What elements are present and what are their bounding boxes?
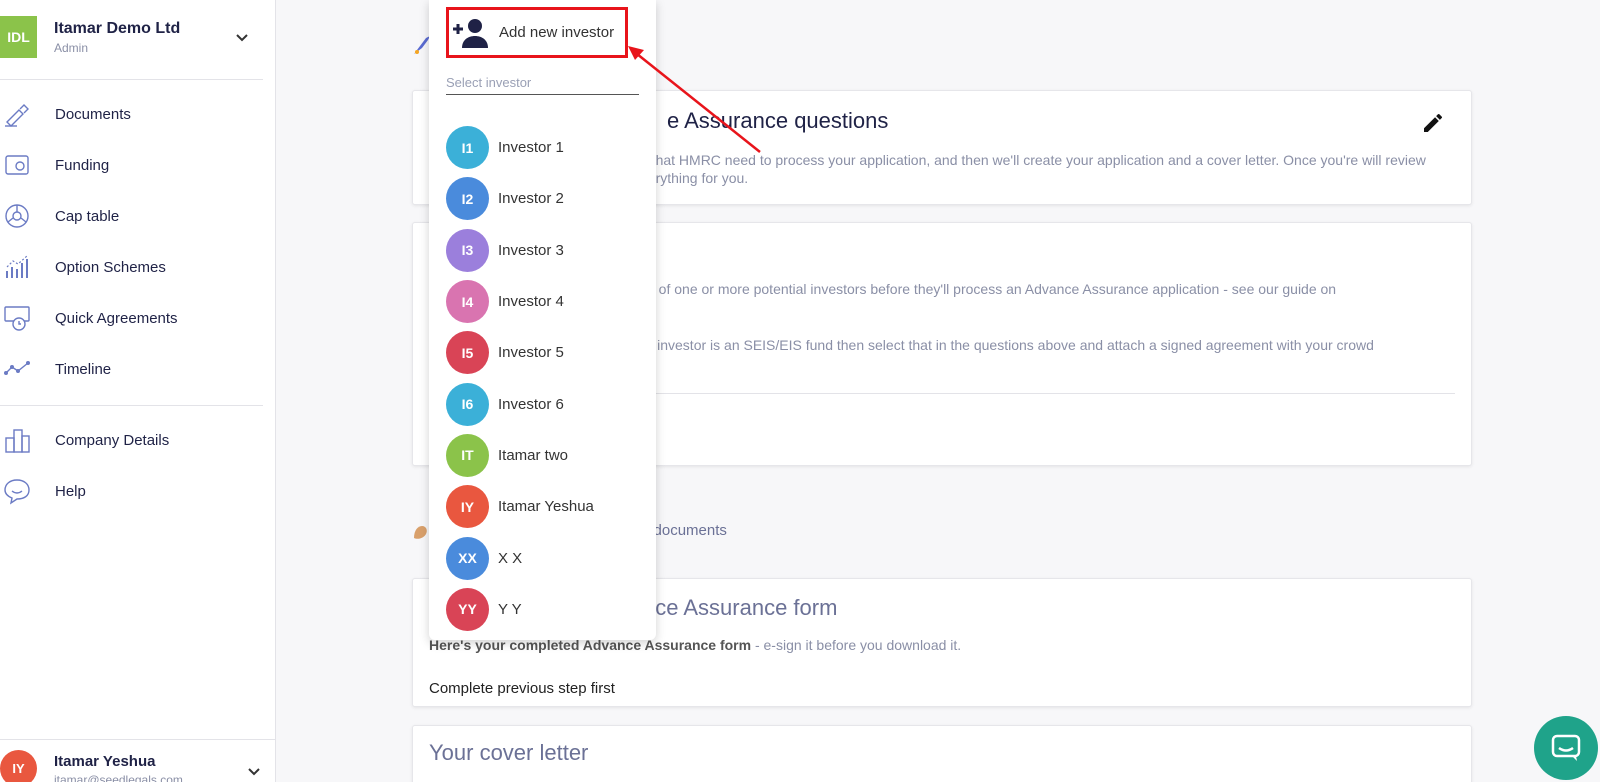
- card-title: e Assurance questions: [667, 108, 889, 133]
- add-person-icon: [451, 16, 491, 50]
- nav-item-quick-agreements[interactable]: Quick Agreements: [0, 298, 263, 338]
- investor-name: Investor 4: [498, 293, 564, 311]
- investor-name: Investor 5: [498, 344, 564, 362]
- avatar: XX: [446, 536, 489, 580]
- avatar: YY: [446, 587, 489, 631]
- avatar: I5: [446, 331, 489, 375]
- investor-name: Investor 2: [498, 190, 564, 208]
- card-paragraph: our investor is an SEIS/EIS fund then se…: [633, 337, 1374, 353]
- investor-option[interactable]: I4 Investor 4: [446, 276, 646, 327]
- avatar: IY: [0, 750, 37, 782]
- nav-label: Cap table: [55, 207, 120, 225]
- nav-item-help[interactable]: Help: [0, 471, 263, 511]
- wallet-icon: [2, 150, 32, 180]
- chevron-down-icon[interactable]: [232, 28, 252, 48]
- investor-option[interactable]: I6 Investor 6: [446, 378, 646, 429]
- investor-option[interactable]: XX X X: [446, 532, 646, 583]
- nav-item-cap-table[interactable]: Cap table: [0, 196, 263, 236]
- nav-label: Company Details: [55, 431, 170, 449]
- card-title: nce Assurance form: [643, 595, 838, 620]
- avatar: I4: [446, 280, 489, 324]
- avatar: I3: [446, 228, 489, 272]
- chevron-down-icon[interactable]: [244, 762, 264, 782]
- investor-option[interactable]: I2 Investor 2: [446, 173, 646, 224]
- company-name: Itamar Demo Ltd: [54, 20, 181, 37]
- avatar: I6: [446, 382, 489, 426]
- nav-item-funding[interactable]: Funding: [0, 145, 263, 185]
- investor-option[interactable]: YY Y Y: [446, 584, 646, 635]
- investor-search-input[interactable]: [446, 70, 639, 95]
- chat-icon: [1551, 734, 1581, 761]
- nav-label: Timeline: [55, 360, 112, 378]
- avatar: I1: [446, 126, 489, 170]
- investor-name: Itamar Yeshua: [498, 498, 594, 516]
- card-description: gs that HMRC need to process your applic…: [633, 152, 1426, 186]
- user-email: itamar@seedlegals.com: [54, 773, 183, 782]
- bar-chart-icon: [2, 252, 32, 282]
- investor-option[interactable]: I1 Investor 1: [446, 122, 646, 173]
- investor-option[interactable]: I5 Investor 5: [446, 327, 646, 378]
- pen-icon: [2, 99, 32, 129]
- step-note: Complete previous step first: [429, 680, 615, 697]
- nav-label: Funding: [55, 156, 110, 174]
- avatar: I2: [446, 177, 489, 221]
- stopwatch-icon: [2, 303, 32, 333]
- investor-option[interactable]: IY Itamar Yeshua: [446, 481, 646, 532]
- avatar: IY: [446, 485, 489, 529]
- edit-icon[interactable]: [1421, 111, 1445, 135]
- buildings-icon: [2, 425, 32, 455]
- investor-dropdown: Add new investor I1 Investor 1 I2 Investor…: [429, 0, 656, 640]
- nav-label: Help: [55, 482, 86, 500]
- chat-launcher-button[interactable]: [1534, 716, 1598, 780]
- nav-label: Option Schemes: [55, 258, 166, 276]
- add-new-investor-button[interactable]: Add new investor: [446, 7, 628, 58]
- user-menu[interactable]: IY Itamar Yeshua itamar@seedlegals.com: [0, 739, 276, 782]
- investor-name: X X: [498, 549, 523, 567]
- investor-name: Investor 6: [498, 395, 564, 413]
- investor-option[interactable]: IT Itamar two: [446, 430, 646, 481]
- chat-bubble-icon: [2, 476, 32, 506]
- investor-list: I1 Investor 1 I2 Investor 2 I3 Investor 3 I…: [446, 122, 646, 635]
- investor-name: Y Y: [498, 600, 522, 618]
- card-description-rest: - e-sign it before you download it.: [751, 637, 962, 653]
- nav-item-timeline[interactable]: Timeline: [0, 349, 263, 389]
- nav-item-company-details[interactable]: Company Details: [0, 420, 263, 460]
- divider: [0, 405, 263, 406]
- investor-name: Itamar two: [498, 446, 569, 464]
- pie-chart-icon: [2, 201, 32, 231]
- nav-item-option-schemes[interactable]: Option Schemes: [0, 247, 263, 287]
- nav-item-documents[interactable]: Documents: [0, 94, 263, 134]
- investor-name: Investor 1: [498, 139, 564, 157]
- investor-name: Investor 3: [498, 241, 564, 259]
- cover-letter-card: Your cover letter: [412, 725, 1472, 782]
- card-title: Your cover letter: [429, 740, 589, 765]
- add-new-investor-label: Add new investor: [499, 24, 615, 41]
- company-switcher[interactable]: IDL Itamar Demo Ltd Admin: [0, 14, 276, 60]
- sidebar: IDL Itamar Demo Ltd Admin Documents Fund…: [0, 0, 276, 782]
- company-role: Admin: [54, 41, 89, 55]
- card-paragraph: ess of one or more potential investors b…: [633, 281, 1337, 297]
- avatar: IT: [446, 433, 489, 477]
- divider: [0, 79, 263, 80]
- user-name: Itamar Yeshua: [54, 753, 156, 770]
- nav-label: Documents: [55, 105, 131, 123]
- timeline-icon: [2, 354, 32, 384]
- company-logo: IDL: [0, 16, 37, 58]
- investor-option[interactable]: I3 Investor 3: [446, 225, 646, 276]
- nav-label: Quick Agreements: [55, 309, 178, 327]
